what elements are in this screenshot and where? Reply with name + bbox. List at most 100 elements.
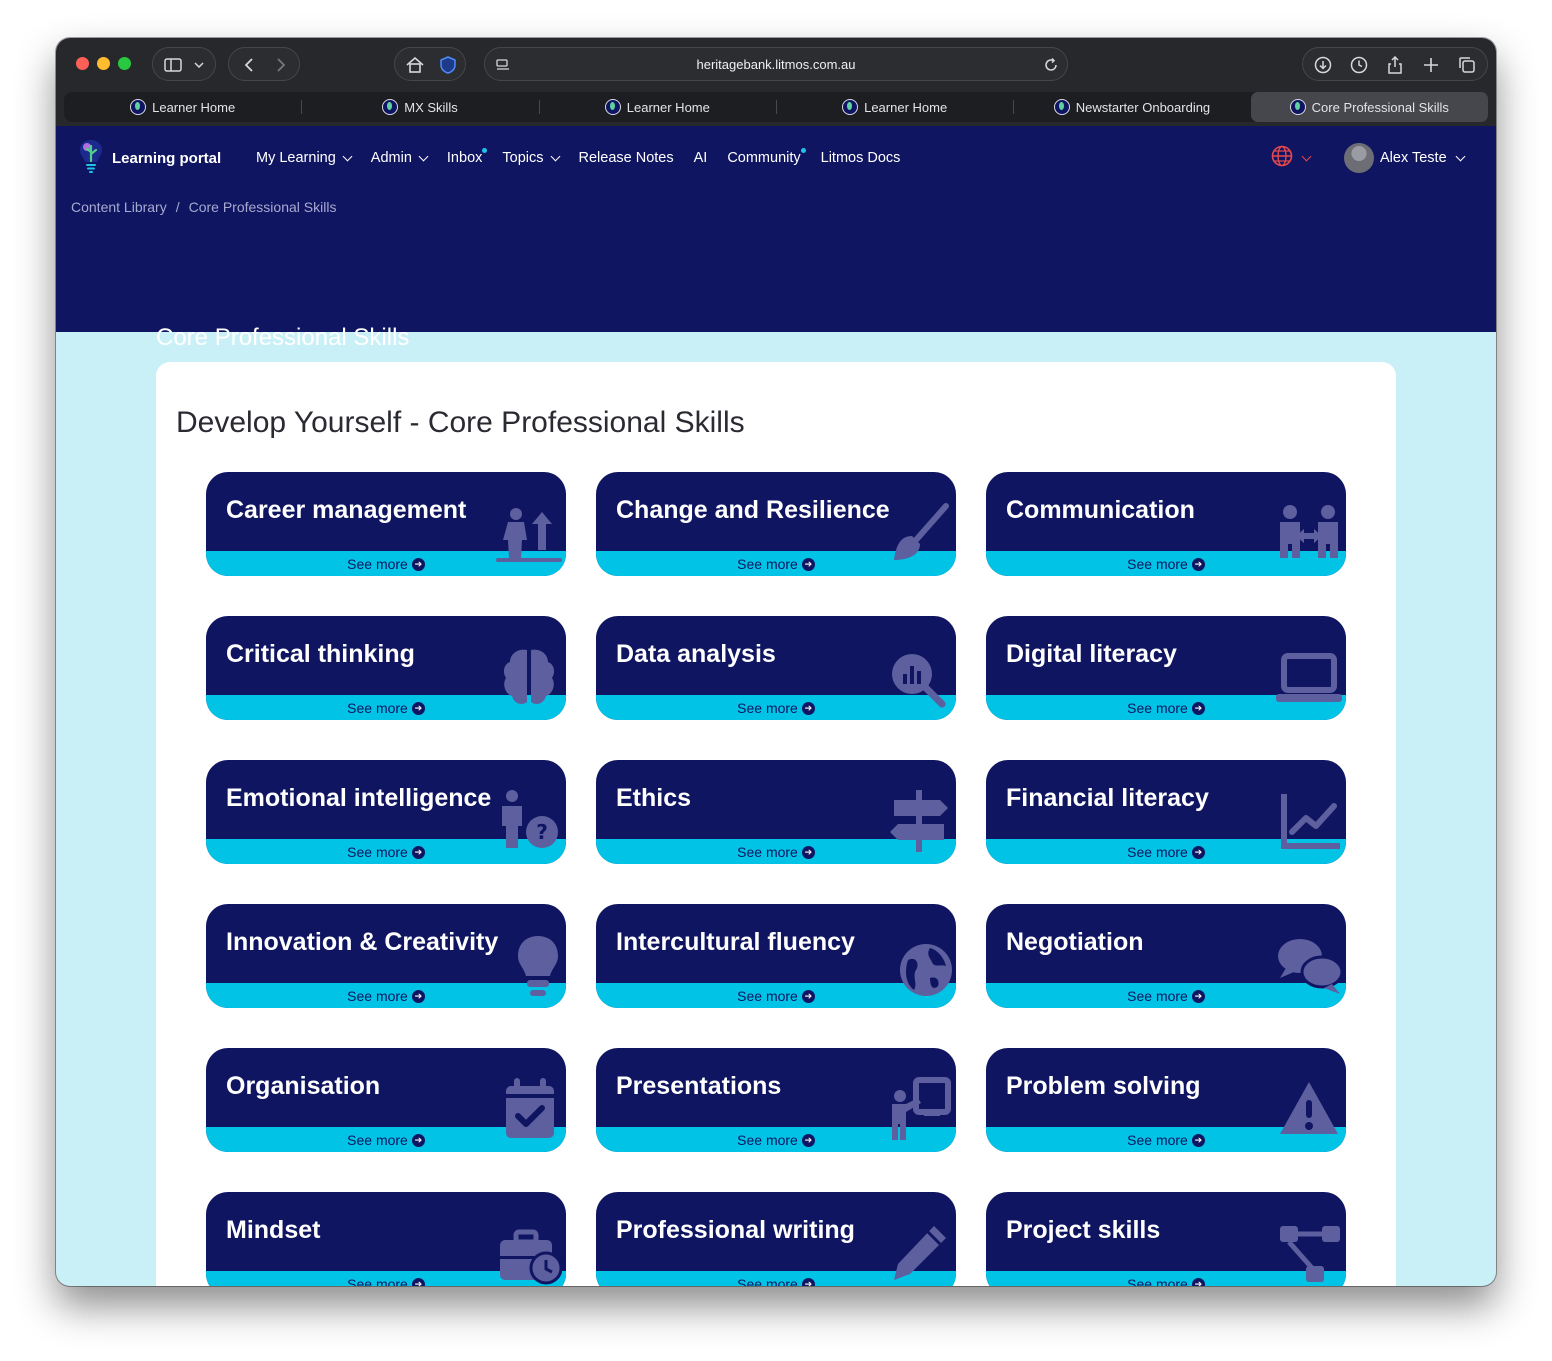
see-more-link[interactable]: See more ➔ — [986, 1272, 1346, 1286]
see-more-link[interactable]: See more ➔ — [206, 840, 566, 864]
nav-inbox[interactable]: Inbox — [447, 148, 488, 166]
skill-tile[interactable]: Emotional intelligence? See more ➔ — [206, 760, 566, 864]
skill-tile[interactable]: Organisation See more ➔ — [206, 1048, 566, 1152]
skill-tile[interactable]: Career management See more ➔ — [206, 472, 566, 576]
skill-tile[interactable]: Communication See more ➔ — [986, 472, 1346, 576]
minimize-window-button[interactable] — [97, 57, 110, 70]
nav-litmos-docs[interactable]: Litmos Docs — [821, 150, 901, 166]
browser-window: heritagebank.litmos.com.au Learner Home … — [56, 38, 1496, 1286]
skill-tile-title: Communication — [1006, 496, 1195, 524]
nav-my-learning[interactable]: My Learning — [256, 150, 353, 166]
skill-tile[interactable]: Professional writing See more ➔ — [596, 1192, 956, 1286]
skill-tile[interactable]: Innovation & Creativity See more ➔ — [206, 904, 566, 1008]
see-more-link[interactable]: See more ➔ — [986, 1128, 1346, 1152]
browser-tab-label: MX Skills — [404, 99, 458, 115]
favicon-icon — [1053, 99, 1070, 115]
chevron-down-icon — [550, 151, 560, 161]
arrow-right-circle-icon: ➔ — [1191, 845, 1205, 859]
see-more-label: See more — [1127, 700, 1188, 716]
skill-tile[interactable]: Critical thinking See more ➔ — [206, 616, 566, 720]
back-icon[interactable] — [235, 48, 263, 82]
see-more-link[interactable]: See more ➔ — [596, 840, 956, 864]
nav-admin[interactable]: Admin — [371, 150, 429, 166]
browser-tab[interactable]: Learner Home — [775, 92, 1013, 122]
skill-tile[interactable]: Problem solving See more ➔ — [986, 1048, 1346, 1152]
globe-icon — [1271, 145, 1293, 172]
downloads-icon[interactable] — [1309, 48, 1337, 82]
chevron-down-icon — [1455, 151, 1466, 161]
browser-tab-label: Newstarter Onboarding — [1075, 99, 1211, 115]
see-more-link[interactable]: See more ➔ — [206, 1272, 566, 1286]
language-selector[interactable] — [1271, 140, 1312, 176]
see-more-link[interactable]: See more ➔ — [986, 984, 1346, 1008]
see-more-label: See more — [1127, 556, 1188, 572]
zoom-window-button[interactable] — [118, 57, 131, 70]
user-menu[interactable]: Alex Teste — [1344, 140, 1466, 176]
history-icon[interactable] — [1345, 48, 1373, 82]
see-more-label: See more — [1127, 988, 1188, 1004]
browser-tab[interactable]: Learner Home — [538, 92, 776, 122]
see-more-label: See more — [737, 988, 798, 1004]
browser-tab[interactable]: MX Skills — [301, 92, 538, 122]
skill-tile[interactable]: Data analysis See more ➔ — [596, 616, 956, 720]
nav-release-notes[interactable]: Release Notes — [579, 150, 674, 166]
see-more-link[interactable]: See more ➔ — [206, 696, 566, 720]
breadcrumb-separator: / — [175, 199, 180, 215]
favicon-icon — [130, 99, 147, 115]
sidebar-icon[interactable] — [161, 48, 185, 82]
nav-community[interactable]: Community — [727, 148, 806, 166]
skill-tile[interactable]: Project skills See more ➔ — [986, 1192, 1346, 1286]
see-more-label: See more — [347, 1276, 408, 1286]
reload-icon[interactable] — [1041, 48, 1061, 82]
forward-icon[interactable] — [267, 48, 295, 82]
shield-extension-icon[interactable] — [435, 48, 461, 82]
see-more-link[interactable]: See more ➔ — [206, 552, 566, 576]
new-tab-icon[interactable] — [1417, 48, 1445, 82]
see-more-link[interactable]: See more ➔ — [986, 552, 1346, 576]
see-more-link[interactable]: See more ➔ — [596, 984, 956, 1008]
chevron-down-icon — [418, 151, 429, 161]
nav-litmos-docs-label: Litmos Docs — [820, 150, 901, 166]
tab-overview-icon[interactable] — [1453, 48, 1481, 82]
see-more-link[interactable]: See more ➔ — [986, 840, 1346, 864]
skill-tile-title: Project skills — [1006, 1216, 1161, 1244]
skill-tile[interactable]: Ethics See more ➔ — [596, 760, 956, 864]
see-more-link[interactable]: See more ➔ — [986, 696, 1346, 720]
share-icon[interactable] — [1381, 48, 1409, 82]
chevron-down-icon[interactable] — [189, 48, 209, 82]
skill-tile[interactable]: Financial literacy See more ➔ — [986, 760, 1346, 864]
nav-ai[interactable]: AI — [694, 150, 708, 166]
skill-tile[interactable]: Presentations See more ➔ — [596, 1048, 956, 1152]
skill-tile[interactable]: Negotiation See more ➔ — [986, 904, 1346, 1008]
home-icon[interactable] — [401, 48, 429, 82]
see-more-link[interactable]: See more ➔ — [596, 1128, 956, 1152]
breadcrumb-content-library[interactable]: Content Library — [71, 199, 167, 215]
browser-tab[interactable]: Core Professional Skills — [1250, 92, 1488, 122]
arrow-right-circle-icon: ➔ — [411, 1277, 425, 1286]
skill-tile[interactable]: Digital literacy See more ➔ — [986, 616, 1346, 720]
see-more-link[interactable]: See more ➔ — [596, 552, 956, 576]
chevron-down-icon — [1301, 151, 1312, 161]
brand-link[interactable]: Learning portal — [78, 140, 221, 176]
browser-tab-label: Core Professional Skills — [1311, 99, 1449, 115]
close-window-button[interactable] — [76, 57, 89, 70]
nav-topics[interactable]: Topics — [502, 150, 560, 166]
see-more-link[interactable]: See more ➔ — [596, 1272, 956, 1286]
browser-tab[interactable]: Learner Home — [64, 92, 301, 122]
nav-my-learning-label: My Learning — [256, 150, 336, 166]
address-bar[interactable]: heritagebank.litmos.com.au — [484, 47, 1068, 81]
see-more-link[interactable]: See more ➔ — [206, 1128, 566, 1152]
see-more-link[interactable]: See more ➔ — [206, 984, 566, 1008]
arrow-right-circle-icon: ➔ — [1191, 1277, 1205, 1286]
browser-tab[interactable]: Newstarter Onboarding — [1013, 92, 1250, 122]
chevron-down-icon — [342, 151, 353, 161]
see-more-label: See more — [347, 556, 408, 572]
skill-tile[interactable]: Change and Resilience See more ➔ — [596, 472, 956, 576]
skill-tile[interactable]: Intercultural fluency See more ➔ — [596, 904, 956, 1008]
arrow-right-circle-icon: ➔ — [801, 701, 815, 715]
see-more-link[interactable]: See more ➔ — [596, 696, 956, 720]
sidebar-toggle-group — [152, 47, 216, 81]
browser-toolbar: heritagebank.litmos.com.au — [56, 38, 1496, 90]
skill-tile-title: Professional writing — [616, 1216, 855, 1244]
skill-tile[interactable]: Mindset See more ➔ — [206, 1192, 566, 1286]
